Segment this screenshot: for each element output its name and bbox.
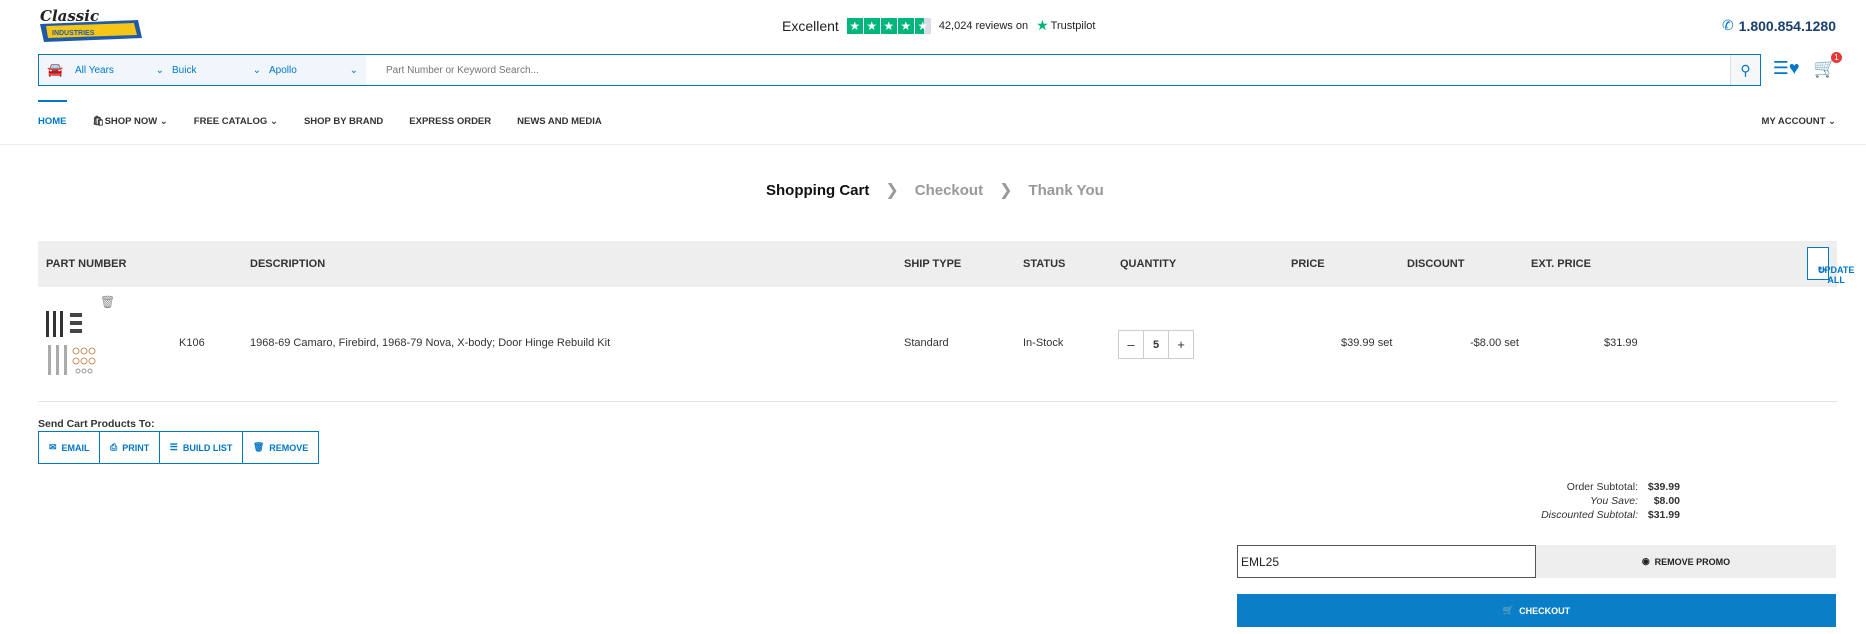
search-button[interactable]: ⚲ — [1730, 55, 1760, 85]
chevron-right-icon: ❯ — [885, 182, 899, 199]
list-icon: ☰ — [169, 442, 178, 452]
email-button[interactable]: ✉ EMAIL — [38, 431, 101, 464]
cart-table-header: PART NUMBER DESCRIPTION SHIP TYPE STATUS… — [38, 241, 1854, 287]
you-save-value: $8.00 — [1653, 495, 1680, 507]
decrement-button[interactable]: – — [1119, 331, 1143, 358]
col-description: DESCRIPTION — [250, 258, 326, 270]
cart-badge: 1 — [1831, 52, 1842, 63]
remove-promo-button[interactable]: ◉ REMOVE PROMO — [1536, 545, 1836, 578]
checkout-steps: Shopping Cart ❯ Checkout ❯ Thank You — [766, 180, 1104, 200]
send-cart-buttons: ✉ EMAIL ⎙ PRINT ☰ BUILD LIST 🗑 REMOVE — [38, 431, 320, 464]
remove-button[interactable]: 🗑 REMOVE — [241, 431, 320, 464]
subtotal-value: $39.99 — [1647, 481, 1680, 493]
make-select[interactable]: Buick ⌄ — [172, 55, 269, 85]
cell-description[interactable]: 1968-69 Camaro, Firebird, 1968-79 Nova, … — [250, 337, 610, 349]
trustpilot-brand: ★ Trustpilot — [1036, 17, 1096, 33]
phone-text: 1.800.854.1280 — [1738, 17, 1836, 34]
cart-icon[interactable]: 🛒 1 — [1814, 52, 1842, 79]
printer-icon: ⎙ — [110, 442, 118, 452]
discounted-subtotal-value: $31.99 — [1647, 509, 1680, 521]
my-account-menu[interactable]: MY ACCOUNT ⌄ — [1762, 116, 1836, 127]
chevron-right-icon: ❯ — [999, 182, 1013, 199]
subtotal-label: Order Subtotal: — [1566, 481, 1638, 493]
update-all-button[interactable]: ↻ UPDATE ALL — [1807, 247, 1854, 285]
envelope-icon: ✉ — [49, 442, 57, 452]
search-icon: ⚲ — [1740, 61, 1751, 78]
vehicle-selector: 🚘 All Years ⌄ Buick ⌄ Apollo ⌄ — [39, 55, 366, 85]
search-input[interactable] — [366, 55, 1730, 85]
nav-home[interactable]: HOME — [38, 100, 67, 127]
col-status: STATUS — [1023, 258, 1066, 270]
trust-reviews: 42,024 reviews on — [938, 19, 1029, 32]
svg-text:Classic: Classic — [40, 7, 99, 25]
col-price: PRICE — [1291, 258, 1325, 270]
trust-rating-label: Excellent — [782, 17, 839, 34]
cell-part-number[interactable]: K106 — [179, 337, 205, 349]
trustpilot-star-icon: ★ — [1036, 17, 1049, 33]
search-bar: 🚘 All Years⌄ Buick⌄ Apollo⌄ ⚲ — [38, 54, 1761, 86]
phone-number[interactable]: ✆ 1.800.854.1280 — [1722, 17, 1836, 34]
product-image[interactable] — [44, 309, 104, 379]
svg-text:INDUSTRIES: INDUSTRIES — [52, 30, 95, 37]
nav-express-order[interactable]: EXPRESS ORDER — [409, 116, 491, 127]
cart-icon: 🛒 — [1502, 605, 1515, 615]
phone-icon: ✆ — [1721, 17, 1734, 33]
checkout-button[interactable]: 🛒 CHECKOUT — [1237, 594, 1836, 627]
trash-icon: 🗑 — [252, 442, 265, 452]
col-discount: DISCOUNT — [1407, 258, 1465, 270]
col-ext-price: EXT. PRICE — [1531, 258, 1591, 270]
table-row: 🗑 K106 1968-69 Camaro, Firebird, 1968-79… — [38, 287, 1837, 402]
car-icon: 🚘 — [47, 62, 64, 77]
cell-ext-price: $31.99 — [1604, 337, 1638, 349]
nav-news-media[interactable]: NEWS AND MEDIA — [517, 116, 602, 127]
nav-divider — [0, 144, 1866, 145]
cell-ship-type: Standard — [904, 337, 949, 349]
cell-price: $39.99 set — [1341, 337, 1393, 349]
col-part-number: PART NUMBER — [46, 258, 127, 270]
chevron-down-icon: ⌄ — [349, 64, 358, 76]
main-nav: HOME 🛍SHOP NOW ⌄ FREE CATALOG ⌄ SHOP BY … — [38, 100, 602, 127]
cell-discount: -$8.00 set — [1470, 337, 1519, 349]
trust-stars: ★ ★ ★ ★ ★ — [846, 17, 931, 34]
quantity-value[interactable]: 5 — [1143, 331, 1169, 358]
quantity-stepper: – 5 + — [1118, 330, 1194, 359]
chevron-down-icon: ⌄ — [155, 64, 164, 76]
nav-shop-by-brand[interactable]: SHOP BY BRAND — [304, 116, 383, 127]
promo-code-input[interactable] — [1237, 545, 1536, 578]
col-ship-type: SHIP TYPE — [904, 258, 962, 270]
chevron-down-icon: ⌄ — [252, 64, 261, 76]
step-shopping-cart: Shopping Cart — [766, 181, 870, 199]
trash-icon[interactable]: 🗑 — [100, 295, 115, 309]
step-checkout: Checkout — [914, 181, 984, 199]
you-save-label: You Save: — [1590, 495, 1638, 507]
model-select[interactable]: Apollo ⌄ — [269, 55, 366, 85]
bag-icon: 🛍 — [92, 116, 105, 127]
order-totals: Order Subtotal: $39.99 You Save: $8.00 Dis… — [1541, 480, 1680, 522]
cell-status: In-Stock — [1023, 337, 1064, 349]
send-cart-label: Send Cart Products To: — [38, 418, 155, 430]
build-list-button[interactable]: ☰ BUILD LIST — [158, 431, 244, 464]
increment-button[interactable]: + — [1169, 331, 1193, 358]
col-quantity: QUANTITY — [1120, 258, 1177, 270]
print-button[interactable]: ⎙ PRINT — [99, 431, 161, 464]
nav-shop-now[interactable]: 🛍SHOP NOW ⌄ — [93, 116, 168, 127]
classic-industries-logo[interactable]: Classic INDUSTRIES — [38, 6, 144, 46]
wishlist-icon[interactable]: ☰♥ — [1773, 58, 1800, 79]
tag-icon: ◉ — [1641, 556, 1650, 566]
year-select[interactable]: All Years ⌄ — [75, 55, 172, 85]
discounted-subtotal-label: Discounted Subtotal: — [1541, 509, 1638, 521]
trustpilot-widget[interactable]: Excellent ★ ★ ★ ★ ★ 42,024 reviews on ★ Trust… — [782, 17, 1095, 34]
step-thank-you: Thank You — [1028, 181, 1104, 199]
nav-free-catalog[interactable]: FREE CATALOG ⌄ — [194, 116, 278, 127]
